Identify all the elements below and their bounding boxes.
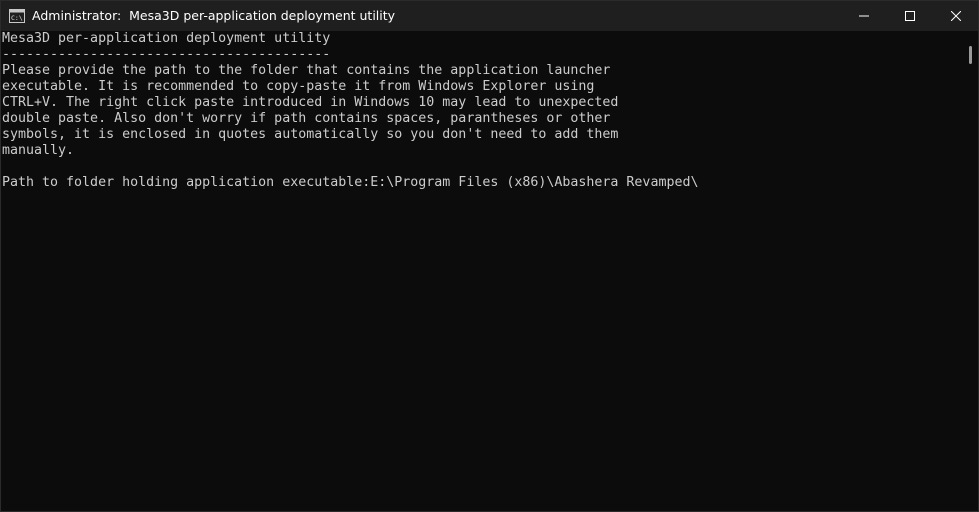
- close-button[interactable]: [933, 0, 979, 31]
- close-icon: [950, 6, 962, 25]
- console-line: CTRL+V. The right click paste introduced…: [2, 95, 619, 110]
- maximize-icon: [905, 6, 915, 25]
- maximize-button[interactable]: [887, 0, 933, 31]
- console-icon: C:\: [9, 8, 25, 23]
- minimize-icon: [859, 6, 869, 25]
- console-line: ----------------------------------------…: [2, 47, 331, 62]
- console-line: Please provide the path to the folder th…: [2, 63, 611, 78]
- vertical-scrollbar[interactable]: [964, 31, 979, 512]
- window-title: Administrator: Mesa3D per-application de…: [32, 8, 396, 23]
- minimize-button[interactable]: [841, 0, 887, 31]
- title-bar[interactable]: C:\ Administrator: Mesa3D per-applicatio…: [0, 0, 979, 31]
- scrollbar-thumb[interactable]: [969, 46, 972, 64]
- console-line: symbols, it is enclosed in quotes automa…: [2, 127, 619, 142]
- command-prompt-line[interactable]: Path to folder holding application execu…: [2, 175, 698, 191]
- svg-text:C:\: C:\: [11, 14, 23, 22]
- console-output[interactable]: Mesa3D per-application deployment utilit…: [0, 31, 964, 512]
- console-line: Mesa3D per-application deployment utilit…: [2, 31, 331, 46]
- console-line: manually.: [2, 143, 75, 158]
- console-line: double paste. Also don't worry if path c…: [2, 111, 611, 126]
- console-window: C:\ Administrator: Mesa3D per-applicatio…: [0, 0, 979, 512]
- console-line: executable. It is recommended to copy-pa…: [2, 79, 595, 94]
